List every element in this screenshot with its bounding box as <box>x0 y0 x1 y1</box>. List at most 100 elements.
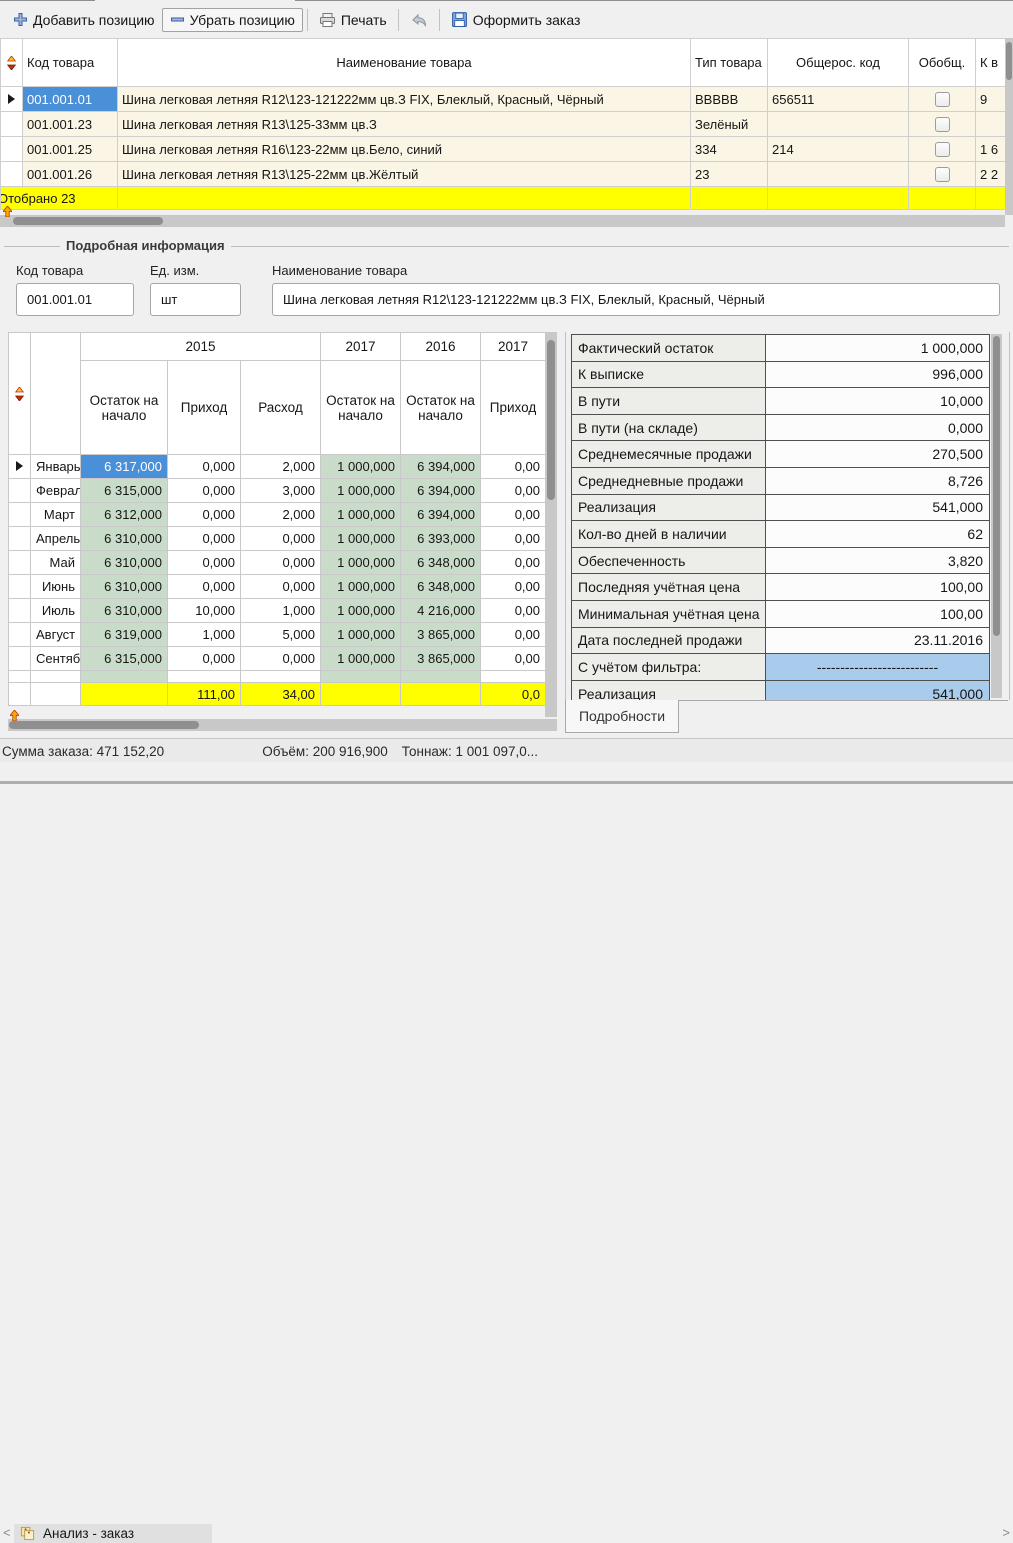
tab-analysis-order[interactable]: Анализ - заказ <box>14 1524 212 1543</box>
header-income-2015[interactable]: Приход <box>168 361 241 455</box>
summary-value[interactable]: 541,000 <box>766 494 990 521</box>
summary-row[interactable]: Обеспеченность 3,820 <box>572 547 990 574</box>
print-button[interactable]: Печать <box>312 9 394 31</box>
summary-row[interactable]: Реализация 541,000 <box>572 494 990 521</box>
value-cell[interactable]: 6 310,000 <box>81 527 168 551</box>
year-header-2017b[interactable]: 2017 <box>481 333 546 361</box>
value-cell[interactable]: 6 348,000 <box>401 575 481 599</box>
value-cell[interactable]: 1 000,000 <box>321 503 401 527</box>
header-product-type[interactable]: Тип товара <box>691 39 768 87</box>
header-national-code[interactable]: Общерос. код <box>768 39 909 87</box>
product-code-cell[interactable]: 001.001.25 <box>23 137 118 162</box>
table-row[interactable]: 001.001.25 Шина легковая летняя R16\123-… <box>1 137 1006 162</box>
value-cell[interactable]: 1 000,000 <box>321 479 401 503</box>
value-cell[interactable]: 5,000 <box>241 623 321 647</box>
header-product-name[interactable]: Наименование товара <box>118 39 691 87</box>
national-code-cell[interactable] <box>768 162 909 187</box>
month-name-cell[interactable]: Сентябрь <box>31 647 81 671</box>
value-cell[interactable]: 0,00 <box>481 455 546 479</box>
month-row[interactable]: Март 6 312,000 0,000 2,000 1 000,000 6 3… <box>9 503 546 527</box>
table-row[interactable]: 001.001.01 Шина легковая летняя R12\123-… <box>1 87 1006 112</box>
value-cell[interactable]: 3 865,000 <box>401 623 481 647</box>
value-cell[interactable]: 6 348,000 <box>401 551 481 575</box>
month-name-cell[interactable]: Июнь <box>31 575 81 599</box>
tab-details[interactable]: Подробности <box>565 700 679 733</box>
value-cell[interactable]: 0,000 <box>168 479 241 503</box>
value-cell[interactable]: 6 317,000 <box>81 455 168 479</box>
summary-vscrollbar[interactable] <box>991 334 1002 698</box>
summary-row[interactable]: Фактический остаток 1 000,000 <box>572 335 990 362</box>
tab-scroll-left-icon[interactable]: < <box>3 1525 11 1540</box>
value-cell[interactable]: 3,000 <box>241 479 321 503</box>
summary-value[interactable]: 100,00 <box>766 574 990 601</box>
month-name-cell[interactable]: Июль <box>31 599 81 623</box>
value-cell[interactable]: 0,000 <box>168 551 241 575</box>
months-hscroll-thumb[interactable] <box>9 721 199 729</box>
product-name-cell[interactable]: Шина легковая летняя R13\125-22мм цв.Жёл… <box>118 162 691 187</box>
table-row[interactable]: 001.001.26 Шина легковая летняя R13\125-… <box>1 162 1006 187</box>
months-vscrollbar[interactable] <box>545 332 557 717</box>
month-name-cell[interactable]: Май <box>31 551 81 575</box>
value-cell[interactable]: 1 000,000 <box>321 527 401 551</box>
header-expense-2015[interactable]: Расход <box>241 361 321 455</box>
summary-value-filtered[interactable]: 541,000 <box>766 680 990 700</box>
tab-scroll-right-icon[interactable]: > <box>1002 1525 1010 1540</box>
summary-value[interactable]: 1 000,000 <box>766 335 990 362</box>
value-cell[interactable]: 1 000,000 <box>321 599 401 623</box>
national-code-cell[interactable]: 656511 <box>768 87 909 112</box>
row-selector-cell[interactable] <box>9 551 31 575</box>
row-selector-cell[interactable] <box>9 623 31 647</box>
header-income-2017[interactable]: Приход <box>481 361 546 455</box>
add-position-button[interactable]: Добавить позицию <box>6 9 162 31</box>
row-selector-cell[interactable] <box>9 479 31 503</box>
row-selector-cell[interactable] <box>1 137 23 162</box>
generalized-checkbox[interactable] <box>935 142 950 157</box>
summary-row[interactable]: Дата последней продажи 23.11.2016 <box>572 627 990 654</box>
product-name-cell[interactable]: Шина легковая летняя R16\123-22мм цв.Бел… <box>118 137 691 162</box>
summary-row[interactable]: Последняя учётная цена 100,00 <box>572 574 990 601</box>
summary-value-filtered[interactable]: -------------------------- <box>766 654 990 681</box>
table-row[interactable]: 001.001.23 Шина легковая летняя R13\125-… <box>1 112 1006 137</box>
product-name-field[interactable]: Шина легковая летняя R12\123-121222мм цв… <box>272 283 1000 316</box>
month-name-cell[interactable]: Февраль <box>31 479 81 503</box>
product-type-cell[interactable]: ВВВВВ <box>691 87 768 112</box>
value-cell[interactable]: 0,00 <box>481 599 546 623</box>
national-code-cell[interactable]: 214 <box>768 137 909 162</box>
month-row[interactable]: Май 6 310,000 0,000 0,000 1 000,000 6 34… <box>9 551 546 575</box>
summary-row[interactable]: Среднемесячные продажи 270,500 <box>572 441 990 468</box>
header-product-code[interactable]: Код товара <box>23 39 118 87</box>
value-cell[interactable]: 0,000 <box>168 455 241 479</box>
value-cell[interactable]: 6 394,000 <box>401 503 481 527</box>
value-cell[interactable]: 6 310,000 <box>81 551 168 575</box>
summary-value[interactable]: 62 <box>766 521 990 548</box>
product-type-cell[interactable]: 23 <box>691 162 768 187</box>
product-name-cell[interactable]: Шина легковая летняя R13\125-33мм цв.З <box>118 112 691 137</box>
value-cell[interactable]: 6 310,000 <box>81 575 168 599</box>
value-cell[interactable]: 0,000 <box>168 575 241 599</box>
value-cell[interactable]: 0,00 <box>481 623 546 647</box>
value-cell[interactable]: 2,000 <box>241 455 321 479</box>
row-selector-cell[interactable] <box>1 87 23 112</box>
value-cell[interactable]: 6 393,000 <box>401 527 481 551</box>
summary-row[interactable]: С учётом фильтра: ----------------------… <box>572 654 990 681</box>
value-cell[interactable]: 6 394,000 <box>401 479 481 503</box>
products-vscrollbar[interactable] <box>1005 38 1013 215</box>
month-row[interactable]: Январь 6 317,000 0,000 2,000 1 000,000 6… <box>9 455 546 479</box>
kv-cell[interactable]: 9 <box>976 87 1006 112</box>
summary-row[interactable]: Реализация 541,000 <box>572 680 990 700</box>
kv-cell[interactable]: 2 2 <box>976 162 1006 187</box>
summary-value[interactable]: 100,00 <box>766 600 990 627</box>
value-cell[interactable]: 0,000 <box>168 503 241 527</box>
summary-vscroll-thumb[interactable] <box>993 336 1000 636</box>
value-cell[interactable]: 0,00 <box>481 575 546 599</box>
value-cell[interactable]: 4 216,000 <box>401 599 481 623</box>
value-cell[interactable]: 1 000,000 <box>321 647 401 671</box>
header-opening-balance-2016[interactable]: Остаток на начало <box>401 361 481 455</box>
year-header-2016[interactable]: 2016 <box>401 333 481 361</box>
month-row[interactable]: Апрель 6 310,000 0,000 0,000 1 000,000 6… <box>9 527 546 551</box>
summary-row[interactable]: Кол-во дней в наличии 62 <box>572 521 990 548</box>
months-vscroll-thumb[interactable] <box>547 340 555 500</box>
value-cell[interactable]: 0,00 <box>481 647 546 671</box>
value-cell[interactable]: 6 319,000 <box>81 623 168 647</box>
value-cell[interactable]: 6 394,000 <box>401 455 481 479</box>
